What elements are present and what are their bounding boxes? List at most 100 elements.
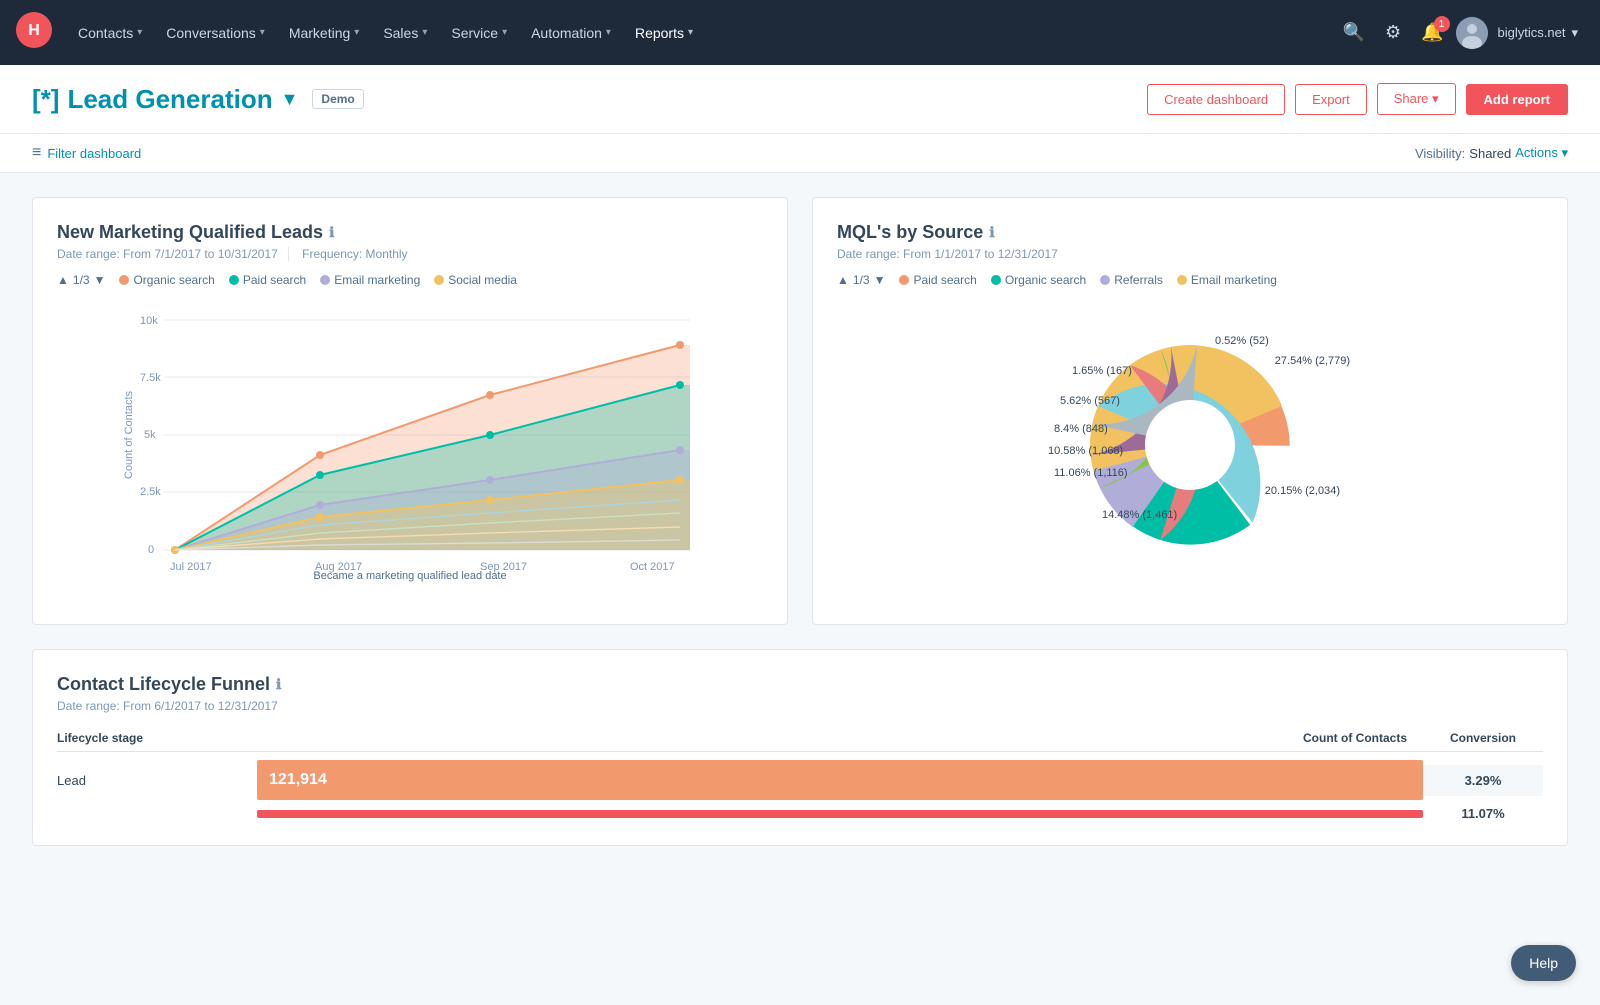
donut-chart-container: 0.52% (52) 1.65% (167) 5.62% (567) 8.4% … bbox=[837, 295, 1543, 600]
nav-item-service[interactable]: Service▾ bbox=[441, 17, 517, 49]
title-dropdown-icon[interactable]: ▼ bbox=[281, 89, 299, 110]
mql-legend: ▲ 1/3 ▼ Organic search Paid search Email… bbox=[57, 273, 763, 287]
legend-social-media: Social media bbox=[434, 273, 517, 287]
mqls-source-card: MQL's by Source ℹ Date range: From 1/1/2… bbox=[812, 197, 1568, 625]
mql-chart-subtitle: Date range: From 7/1/2017 to 10/31/2017 … bbox=[57, 247, 763, 261]
nav-logo[interactable]: H bbox=[16, 12, 52, 53]
mqls-dot-paid bbox=[899, 275, 909, 285]
mql-chart-area: 0 2.5k 5k 7.5k 10k Jul 2017 Aug 2017 Sep… bbox=[57, 295, 763, 582]
user-chevron-icon: ▾ bbox=[1571, 25, 1578, 41]
charts-row: New Marketing Qualified Leads ℹ Date ran… bbox=[32, 197, 1568, 625]
filter-dashboard-link[interactable]: Filter dashboard bbox=[47, 146, 141, 161]
legend-dot-social bbox=[434, 275, 444, 285]
help-button[interactable]: Help bbox=[1511, 945, 1576, 981]
funnel-col-count: Count of Contacts bbox=[1263, 731, 1423, 745]
mql-chart-card: New Marketing Qualified Leads ℹ Date ran… bbox=[32, 197, 788, 625]
funnel-row-next: 11.07% bbox=[57, 806, 1543, 821]
nav-item-sales[interactable]: Sales▾ bbox=[373, 17, 437, 49]
title-prefix: [*] bbox=[32, 84, 59, 115]
search-button[interactable]: 🔍 bbox=[1335, 14, 1373, 51]
user-name: biglytics.net bbox=[1498, 25, 1566, 40]
notifications-button[interactable]: 🔔 1 bbox=[1413, 14, 1451, 51]
funnel-stage-lead: Lead bbox=[57, 773, 257, 788]
legend-paid-search: Paid search bbox=[229, 273, 306, 287]
nav-item-conversations[interactable]: Conversations▾ bbox=[156, 17, 275, 49]
chevron-icon: ▾ bbox=[606, 27, 611, 38]
funnel-card: Contact Lifecycle Funnel ℹ Date range: F… bbox=[32, 649, 1568, 846]
legend-dot-organic bbox=[119, 275, 129, 285]
navbar: H const navData = JSON.parse(document.ge… bbox=[0, 0, 1600, 65]
svg-text:2.5k: 2.5k bbox=[140, 486, 161, 498]
mqls-legend-email: Email marketing bbox=[1177, 273, 1277, 287]
avatar bbox=[1456, 17, 1488, 49]
mql-info-icon[interactable]: ℹ bbox=[329, 224, 334, 241]
svg-text:H: H bbox=[28, 22, 40, 39]
mqls-legend-referrals: Referrals bbox=[1100, 273, 1163, 287]
funnel-subtitle: Date range: From 6/1/2017 to 12/31/2017 bbox=[57, 699, 1543, 713]
filter-icon: ≡ bbox=[32, 144, 41, 162]
share-button[interactable]: Share ▾ bbox=[1377, 83, 1456, 115]
funnel-bar-wrap-lead: 121,914 bbox=[257, 760, 1423, 800]
title-text: Lead Generation bbox=[67, 84, 272, 115]
add-report-button[interactable]: Add report bbox=[1466, 84, 1568, 115]
filter-bar: ≡ Filter dashboard Visibility: Shared Ac… bbox=[0, 134, 1600, 173]
legend-dot-paid bbox=[229, 275, 239, 285]
mqls-legend-organic: Organic search bbox=[991, 273, 1086, 287]
funnel-table: Lifecycle stage Count of Contacts Conver… bbox=[57, 725, 1543, 821]
nav-item-reports[interactable]: Reports▾ bbox=[625, 17, 703, 49]
nav-item-automation[interactable]: Automation▾ bbox=[521, 17, 621, 49]
funnel-conversion-lead: 3.29% bbox=[1423, 765, 1543, 796]
notification-badge: 1 bbox=[1434, 16, 1450, 32]
mqls-source-title: MQL's by Source ℹ bbox=[837, 222, 1543, 243]
settings-button[interactable]: ⚙ bbox=[1377, 14, 1409, 51]
nav-item-marketing[interactable]: Marketing▾ bbox=[279, 17, 370, 49]
header-actions: Create dashboard Export Share ▾ Add repo… bbox=[1147, 83, 1568, 115]
donut-chart-wrap: 0.52% (52) 1.65% (167) 5.62% (567) 8.4% … bbox=[1050, 315, 1330, 580]
svg-text:7.5k: 7.5k bbox=[140, 372, 161, 384]
mqls-pagination[interactable]: ▲ 1/3 ▼ bbox=[837, 273, 885, 287]
create-dashboard-button[interactable]: Create dashboard bbox=[1147, 84, 1285, 115]
mqls-info-icon[interactable]: ℹ bbox=[989, 224, 994, 241]
svg-text:Jul 2017: Jul 2017 bbox=[170, 561, 212, 573]
legend-organic-search: Organic search bbox=[119, 273, 214, 287]
actions-button[interactable]: Actions ▾ bbox=[1515, 145, 1568, 161]
funnel-info-icon[interactable]: ℹ bbox=[276, 676, 281, 693]
main-content: New Marketing Qualified Leads ℹ Date ran… bbox=[0, 173, 1600, 870]
legend-email-marketing: Email marketing bbox=[320, 273, 420, 287]
svg-text:10k: 10k bbox=[140, 315, 158, 327]
chevron-icon: ▾ bbox=[260, 27, 265, 38]
funnel-bar-lead: 121,914 bbox=[257, 760, 1423, 800]
demo-badge: Demo bbox=[312, 89, 363, 109]
mqls-triangle-down-icon: ▼ bbox=[874, 273, 886, 287]
chevron-icon: ▾ bbox=[354, 27, 359, 38]
funnel-next-bar bbox=[257, 810, 1423, 818]
user-menu[interactable]: biglytics.net ▾ bbox=[1492, 17, 1584, 49]
funnel-row-lead: Lead 121,914 3.29% bbox=[57, 760, 1543, 800]
triangle-down-icon: ▼ bbox=[94, 273, 106, 287]
triangle-up-icon: ▲ bbox=[57, 273, 69, 287]
funnel-header: Lifecycle stage Count of Contacts Conver… bbox=[57, 725, 1543, 752]
funnel-col-stage: Lifecycle stage bbox=[57, 731, 1263, 745]
legend-dot-email bbox=[320, 275, 330, 285]
mql-chart-title: New Marketing Qualified Leads ℹ bbox=[57, 222, 763, 243]
funnel-col-conversion: Conversion bbox=[1423, 731, 1543, 745]
chevron-icon: ▾ bbox=[688, 27, 693, 38]
page-title: [*] Lead Generation ▼ Demo bbox=[32, 84, 364, 115]
svg-text:Oct 2017: Oct 2017 bbox=[630, 561, 675, 573]
funnel-next-conversion: 11.07% bbox=[1423, 806, 1543, 821]
visibility-value: Shared bbox=[1469, 146, 1511, 161]
mqls-legend-paid: Paid search bbox=[899, 273, 976, 287]
page-header: [*] Lead Generation ▼ Demo Create dashbo… bbox=[0, 65, 1600, 134]
chevron-icon: ▾ bbox=[422, 27, 427, 38]
nav-item-contacts[interactable]: Contacts▾ bbox=[68, 17, 152, 49]
svg-text:5k: 5k bbox=[144, 429, 156, 441]
visibility-label: Visibility: bbox=[1415, 146, 1465, 161]
mqls-dot-email bbox=[1177, 275, 1187, 285]
mql-pagination[interactable]: ▲ 1/3 ▼ bbox=[57, 273, 105, 287]
svg-text:0: 0 bbox=[148, 544, 154, 556]
funnel-title: Contact Lifecycle Funnel ℹ bbox=[57, 674, 1543, 695]
export-button[interactable]: Export bbox=[1295, 84, 1367, 115]
chevron-icon: ▾ bbox=[502, 27, 507, 38]
chevron-icon: ▾ bbox=[137, 27, 142, 38]
mqls-legend: ▲ 1/3 ▼ Paid search Organic search Refer… bbox=[837, 273, 1543, 287]
